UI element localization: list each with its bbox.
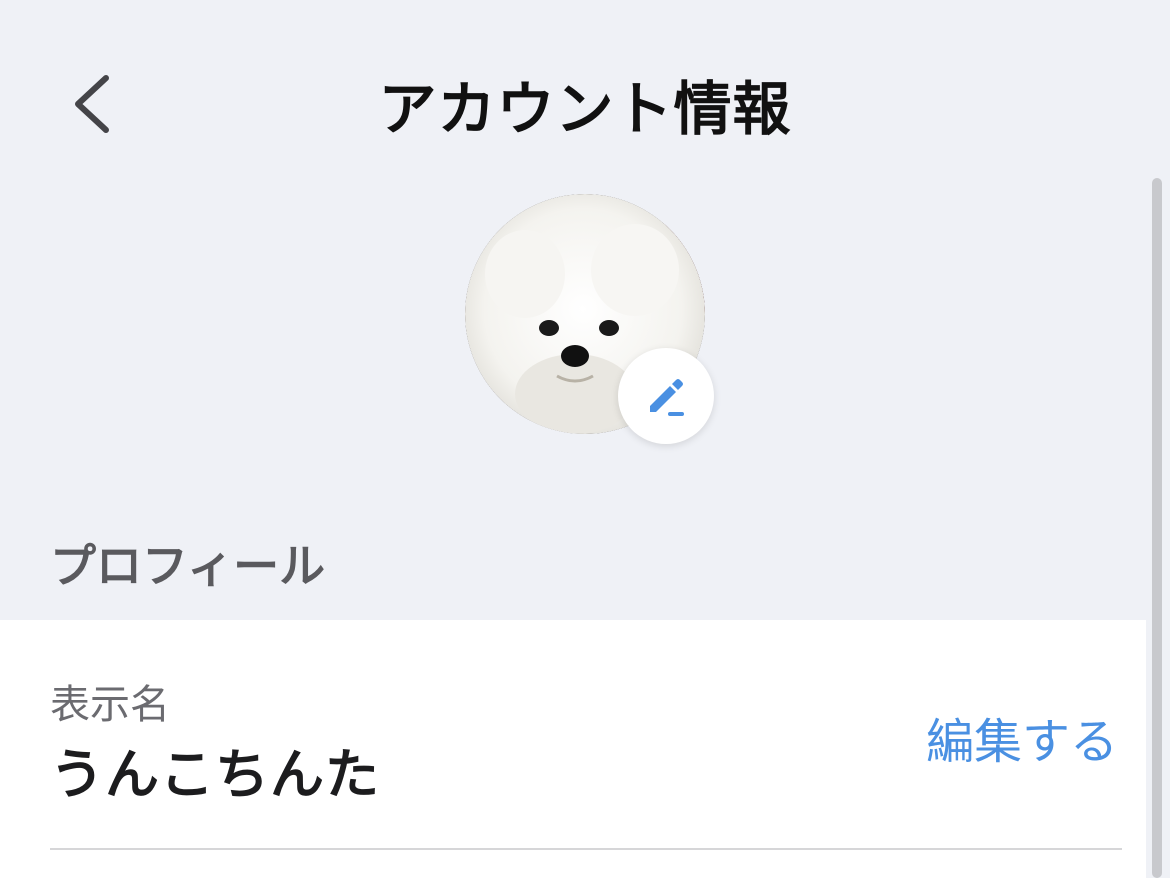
display-name-label: 表示名 bbox=[50, 682, 170, 728]
pencil-icon bbox=[650, 379, 684, 416]
avatar-edit-button[interactable] bbox=[618, 348, 714, 444]
avatar-container bbox=[465, 194, 714, 444]
display-name-value: うんこちんた bbox=[50, 743, 380, 806]
header-bar: アカウント情報 bbox=[0, 0, 1170, 190]
page-title: アカウント情報 bbox=[378, 75, 792, 143]
edit-display-name-button[interactable]: 編集する bbox=[926, 702, 1118, 772]
profile-card: 表示名 うんこちんた 編集する bbox=[0, 620, 1146, 878]
scrollbar[interactable] bbox=[1152, 178, 1162, 878]
section-title-profile: プロフィール bbox=[50, 539, 326, 593]
divider bbox=[50, 848, 1122, 850]
